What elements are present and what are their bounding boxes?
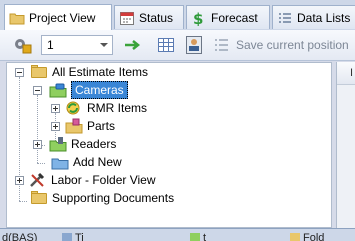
collapse-toggle[interactable] xyxy=(33,86,42,95)
tab-project-view[interactable]: Project View xyxy=(4,4,112,30)
tree-node-cameras[interactable]: Cameras xyxy=(33,81,128,99)
tree-node-labor[interactable]: Labor - Folder View xyxy=(15,171,156,189)
svg-text:$: $ xyxy=(193,10,203,26)
level-combobox[interactable]: 1 xyxy=(41,35,113,55)
tab-label: Forecast xyxy=(211,10,258,25)
recurring-icon xyxy=(65,100,83,116)
list-icon[interactable] xyxy=(214,38,230,55)
folder-icon xyxy=(31,65,47,78)
settings-gear-icon[interactable] xyxy=(12,36,32,57)
expand-toggle[interactable] xyxy=(51,122,60,131)
tree-node-parts[interactable]: Parts xyxy=(51,117,115,135)
tree-node-label: Supporting Documents xyxy=(52,191,175,205)
tree-node-label: Cameras xyxy=(71,81,128,99)
expand-toggle[interactable] xyxy=(51,104,60,113)
tab-data-lists[interactable]: Data Lists xyxy=(272,5,355,29)
tab-label: Project View xyxy=(29,10,96,25)
new-folder-icon xyxy=(51,154,69,170)
reader-folder-icon xyxy=(49,136,67,152)
save-position-button[interactable]: Save current position xyxy=(236,38,349,52)
dollar-icon: $ xyxy=(191,10,207,28)
detail-pane: I xyxy=(336,62,355,228)
detail-pane-header-label: I xyxy=(350,67,354,79)
estimate-tree: All Estimate Items Cameras RMR Items Par… xyxy=(6,62,332,228)
expand-toggle[interactable] xyxy=(15,176,24,185)
camera-folder-icon xyxy=(49,82,67,98)
tools-icon xyxy=(29,172,47,188)
tree-node-label: Parts xyxy=(87,119,116,133)
go-arrow-icon[interactable] xyxy=(124,39,142,54)
tab-label: Status xyxy=(139,10,174,25)
view-tab-strip: Project View Status $ Forecast Data List… xyxy=(0,0,355,31)
tree-node-label: RMR Items xyxy=(87,101,147,115)
folder-icon xyxy=(9,10,25,26)
grid-view-icon[interactable] xyxy=(158,38,174,55)
collapse-toggle[interactable] xyxy=(15,68,24,77)
bottom-tab-strip: d(BAS) Ti t Fold xyxy=(0,228,355,241)
level-value: 1 xyxy=(47,38,54,52)
tree-node-supporting-documents[interactable]: Supporting Documents xyxy=(15,189,174,207)
chevron-down-icon xyxy=(100,43,108,47)
tab-forecast[interactable]: $ Forecast xyxy=(186,5,270,29)
tree-node-label: Readers xyxy=(71,137,117,151)
tab-label: Data Lists xyxy=(297,10,351,25)
list-icon xyxy=(277,10,293,26)
tab-status[interactable]: Status xyxy=(114,5,184,29)
calendar-icon xyxy=(119,10,135,26)
tree-node-all-estimate-items[interactable]: All Estimate Items xyxy=(15,63,148,81)
tree-node-add-new[interactable]: Add New xyxy=(51,153,122,171)
tree-node-label: Add New xyxy=(73,155,122,169)
parts-folder-icon xyxy=(65,118,83,134)
tree-node-readers[interactable]: Readers xyxy=(33,135,116,153)
tree-node-rmr-items[interactable]: RMR Items xyxy=(51,99,147,117)
detail-pane-header: I xyxy=(337,62,355,85)
tree-node-label: All Estimate Items xyxy=(52,65,149,79)
toolbar: 1 Save current position xyxy=(0,30,355,61)
tree-node-label: Labor - Folder View xyxy=(51,173,156,187)
folder-icon xyxy=(31,191,47,204)
expand-toggle[interactable] xyxy=(33,140,42,149)
contact-card-icon[interactable] xyxy=(186,36,202,57)
